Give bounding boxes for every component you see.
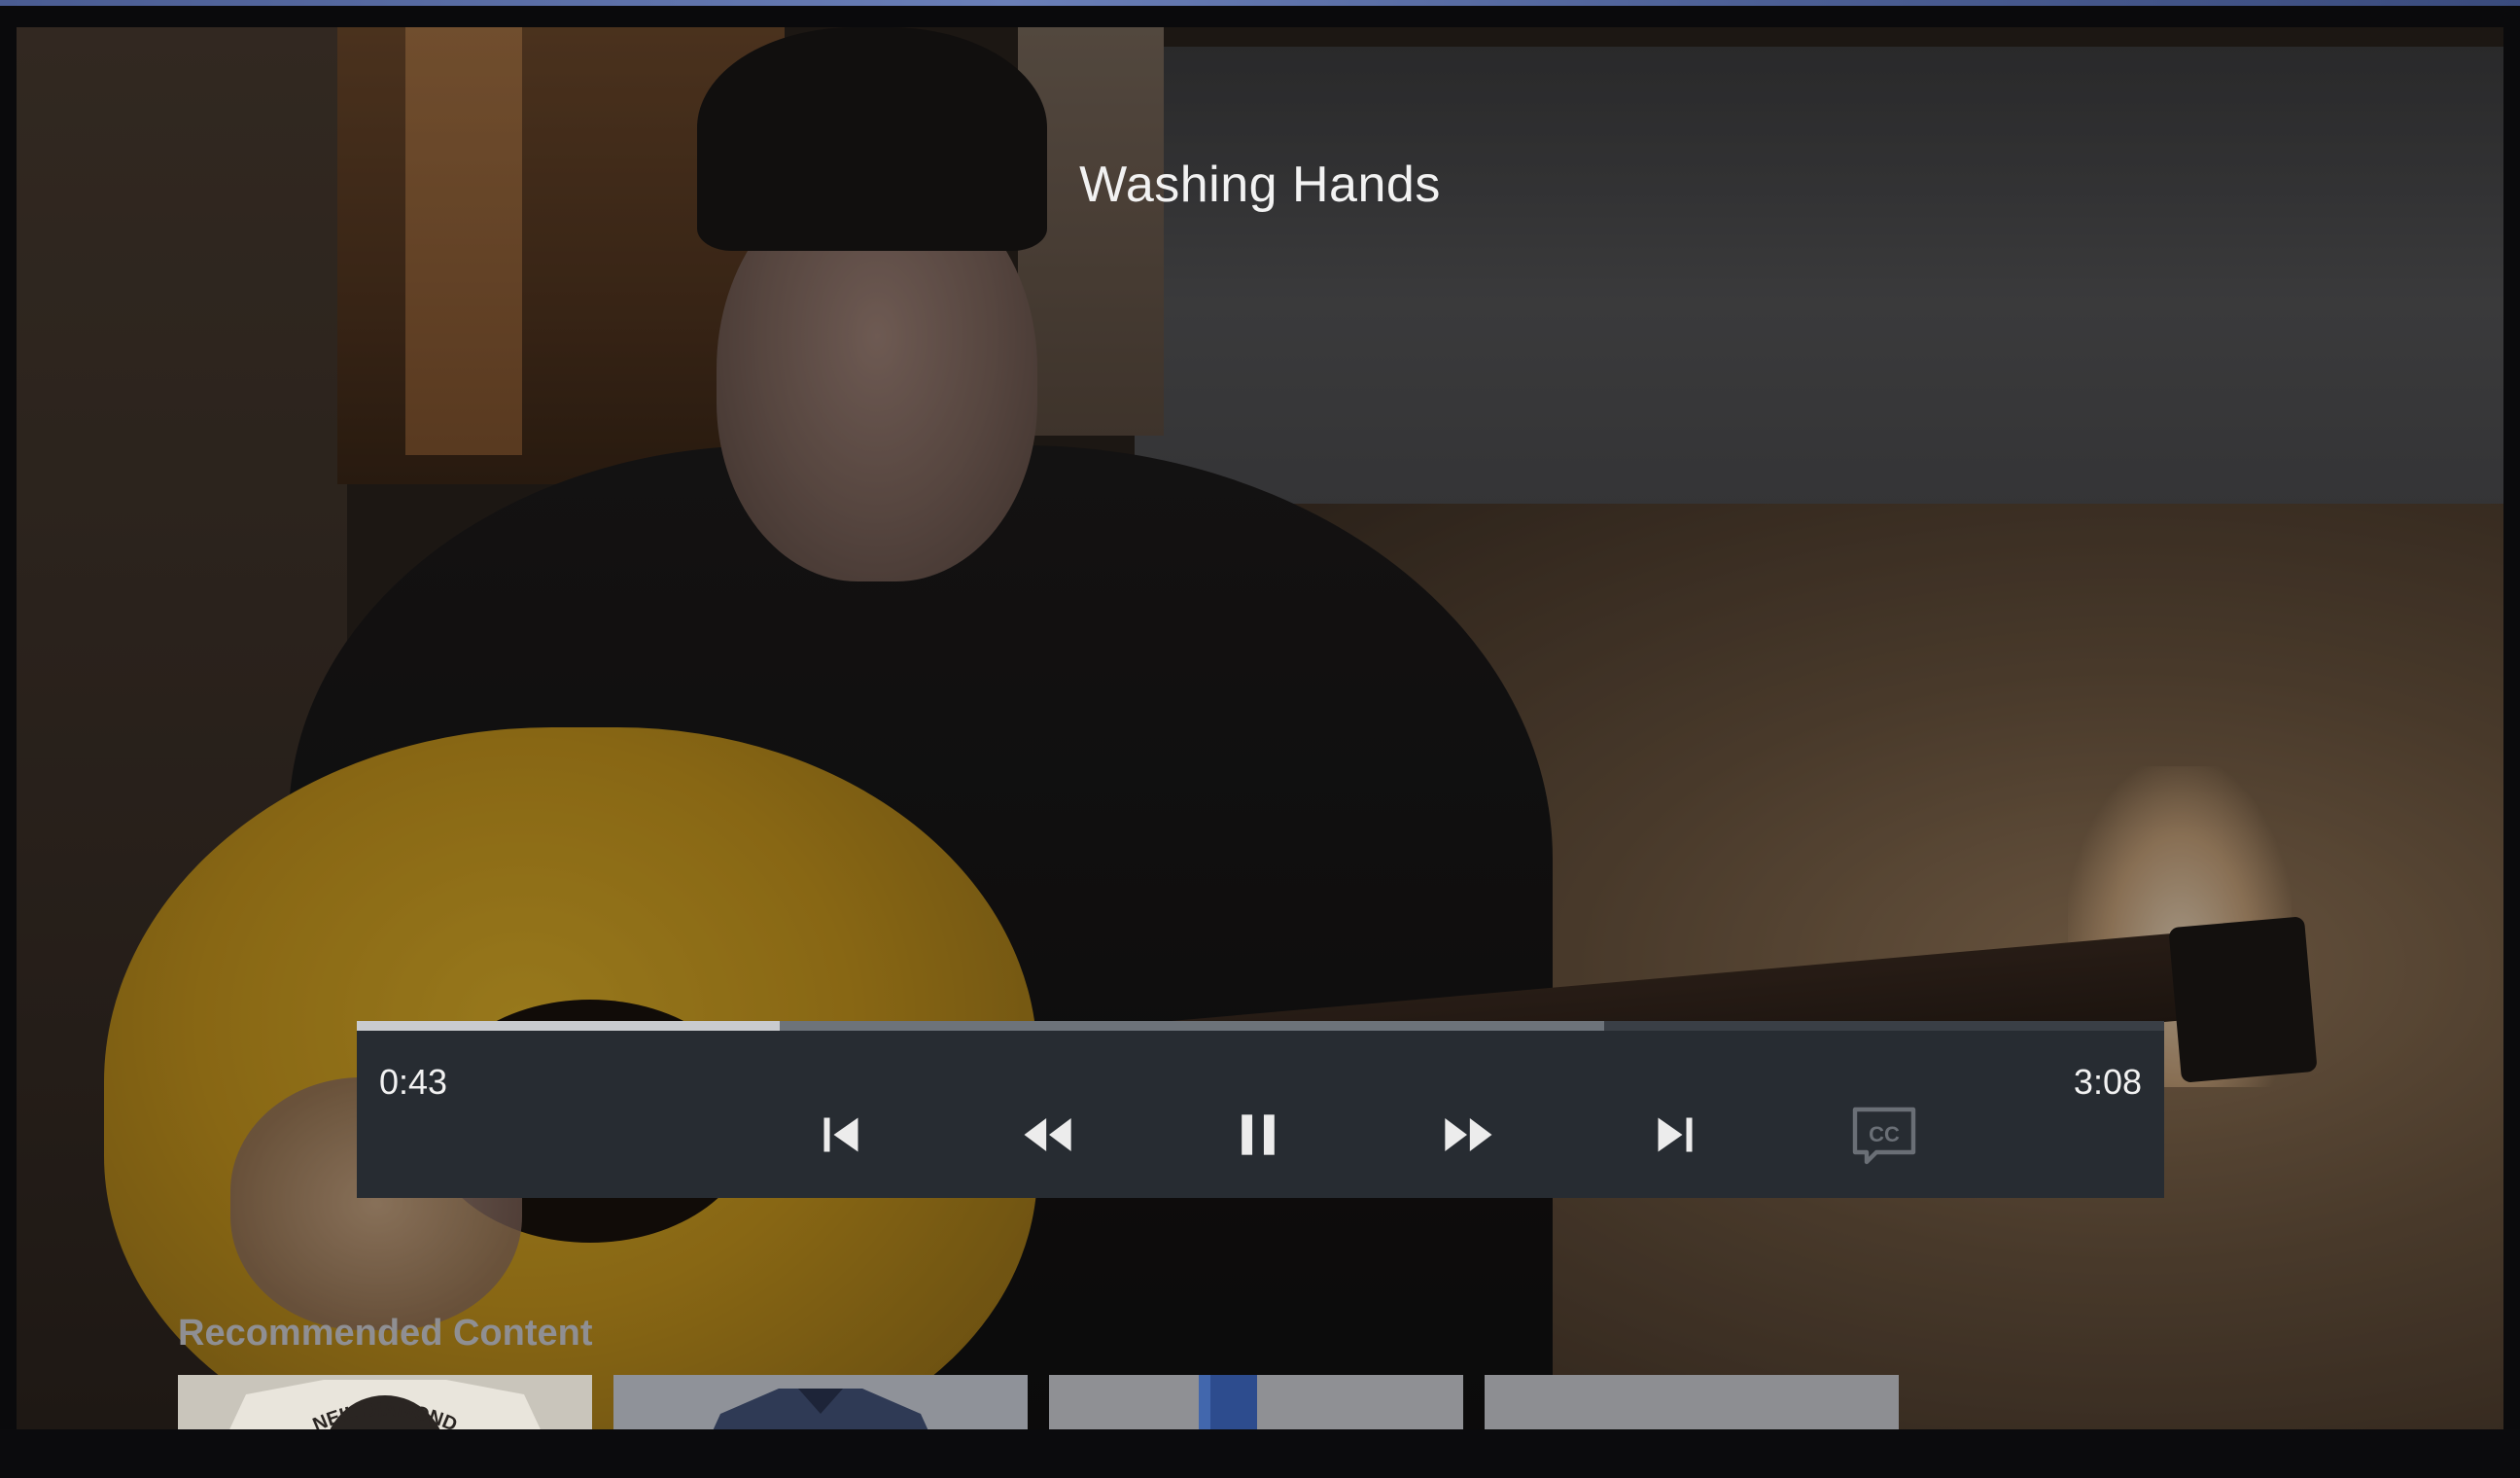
recommended-item-dark-product[interactable] xyxy=(1485,1375,1899,1429)
window-bottom-strip xyxy=(0,1429,2520,1478)
rewind-icon xyxy=(1024,1118,1071,1151)
video-title: Washing Hands xyxy=(1079,157,1441,213)
next-button[interactable] xyxy=(1631,1091,1719,1179)
previous-button[interactable] xyxy=(797,1091,885,1179)
product-thumbnail xyxy=(1485,1375,1899,1429)
progress-track[interactable] xyxy=(357,1021,2164,1031)
tshirt-thumbnail-text: NEIL DIAMOND xyxy=(310,1399,461,1429)
pause-button[interactable] xyxy=(1214,1091,1302,1179)
bottle-thumbnail xyxy=(1199,1375,1257,1429)
recommended-item-blue-bottle[interactable] xyxy=(1049,1375,1463,1429)
svg-text:NEIL DIAMOND: NEIL DIAMOND xyxy=(310,1399,461,1429)
current-time: 0:43 xyxy=(379,1062,448,1102)
svg-text:CC: CC xyxy=(1869,1122,1900,1146)
captions-button[interactable]: CC xyxy=(1840,1091,1928,1179)
pause-icon xyxy=(1242,1114,1275,1155)
recommended-item-denim-jacket[interactable] xyxy=(613,1375,1028,1429)
video-frame[interactable]: Washing Hands Recommended Content NEIL D… xyxy=(17,27,2503,1429)
tshirt-text: NEIL DIAMOND xyxy=(310,1399,461,1429)
fast-forward-button[interactable] xyxy=(1423,1091,1511,1179)
skip-previous-icon xyxy=(823,1117,858,1152)
jacket-thumbnail xyxy=(713,1389,928,1429)
window-top-strip xyxy=(0,0,2520,6)
closed-captions-icon: CC xyxy=(1852,1107,1916,1165)
recommended-row: NEIL DIAMOND xyxy=(178,1375,1908,1429)
fast-forward-icon xyxy=(1445,1118,1492,1151)
total-time: 3:08 xyxy=(2073,1062,2142,1102)
player-control-bar: 0:43 3:08 CC xyxy=(357,1021,2164,1198)
recommended-item-neil-diamond-tshirt[interactable]: NEIL DIAMOND xyxy=(178,1375,592,1429)
video-dim-overlay xyxy=(17,27,2503,1429)
rewind-button[interactable] xyxy=(1005,1091,1093,1179)
skip-next-icon xyxy=(1658,1117,1693,1152)
recommended-label: Recommended Content xyxy=(178,1313,593,1354)
progress-played xyxy=(357,1021,780,1031)
